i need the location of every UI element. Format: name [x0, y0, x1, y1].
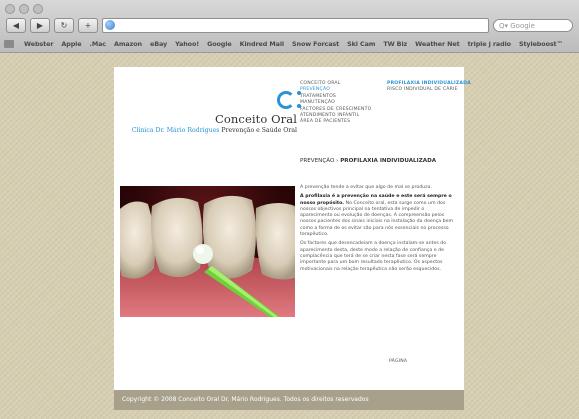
- article-paragraph: A prevenção tende a evitar que algo de m…: [300, 185, 432, 190]
- sub-menu: Profilaxia Individualizada Risco Individ…: [387, 81, 471, 94]
- bookmark-styleboost[interactable]: Styleboost™: [519, 40, 563, 48]
- bookmark-webster[interactable]: Webster: [24, 40, 53, 48]
- site-footer: Copyright © 2008 Conceito Oral Dr. Mário…: [114, 390, 464, 410]
- breadcrumb-parent[interactable]: Prevenção: [300, 158, 334, 164]
- bookmark-weather-net[interactable]: Weather Net: [415, 40, 460, 48]
- bookmark-yahoo[interactable]: Yahoo!: [175, 40, 199, 48]
- zoom-window-button[interactable]: [33, 4, 43, 14]
- bookmark-amazon[interactable]: Amazon: [114, 40, 142, 48]
- pagination-label[interactable]: Página: [389, 359, 407, 364]
- bookmark-ski-cam[interactable]: Ski Cam: [347, 40, 375, 48]
- article-text: No Conceito oral, esta surge como um dos…: [300, 200, 454, 238]
- submenu-item-risco-carie[interactable]: Risco Individual de Cárie: [387, 87, 471, 93]
- add-bookmark-button[interactable]: +: [78, 17, 98, 33]
- logo-c-icon: [277, 91, 295, 109]
- article-paragraph: A profilaxia é a prevenção na saúde e es…: [300, 194, 454, 238]
- bookmark-kindred-mail[interactable]: Kindred Mail: [240, 40, 285, 48]
- clinic-name: Clínica Dr. Mário Rodrigues: [131, 127, 220, 134]
- back-button[interactable]: ◀: [6, 17, 26, 33]
- article-paragraph: Os factores que desencadeiam a doença in…: [300, 241, 447, 272]
- menu-item-area-de-pacientes[interactable]: Área de Pacientes: [300, 119, 371, 125]
- globe-icon: [105, 19, 115, 30]
- address-bar[interactable]: [102, 17, 489, 33]
- bookmark-triple-j-radio[interactable]: triple j radio: [468, 40, 511, 48]
- browser-chrome: ◀ ▶ ↻ + Q▾ Google Webster Apple .Mac Ama…: [0, 0, 579, 53]
- window-controls: [5, 4, 43, 14]
- search-input[interactable]: Q▾ Google: [493, 18, 573, 32]
- clinic-tagline: Prevenção e Saúde Oral: [219, 127, 297, 134]
- breadcrumb: Prevenção › Profilaxia Individualizada: [300, 158, 436, 164]
- search-placeholder: Google: [510, 21, 535, 30]
- site-page: Conceito Oral Clínica Dr. Mário Rodrigue…: [114, 67, 471, 410]
- bookmarks-bar: Webster Apple .Mac Amazon eBay Yahoo! Go…: [0, 36, 579, 51]
- dental-photo: [120, 186, 295, 317]
- bookmark-google[interactable]: Google: [207, 40, 232, 48]
- browser-toolbar: ◀ ▶ ↻ + Q▾ Google: [6, 17, 573, 33]
- breadcrumb-current: Profilaxia Individualizada: [340, 158, 437, 164]
- bookmarks-icon[interactable]: [4, 39, 14, 48]
- search-icon: Q▾: [499, 21, 511, 30]
- main-menu: Conceito Oral Prevenção Tratamentos Manu…: [300, 81, 371, 126]
- bookmark-tw-biz[interactable]: TW Biz: [383, 40, 407, 48]
- bookmark-snow-forcast[interactable]: Snow Forcast: [292, 40, 339, 48]
- teeth-illustration: [120, 195, 295, 317]
- bookmark-mac[interactable]: .Mac: [90, 40, 107, 48]
- minimize-window-button[interactable]: [19, 4, 29, 14]
- logo-subtitle: Clínica Dr. Mário Rodrigues Prevenção e …: [120, 127, 297, 134]
- close-window-button[interactable]: [5, 4, 15, 14]
- article-content: A prevenção tende a evitar que algo de m…: [300, 185, 454, 276]
- reload-button[interactable]: ↻: [54, 17, 74, 33]
- logo-title: Conceito Oral: [214, 112, 297, 126]
- bookmark-ebay[interactable]: eBay: [150, 40, 167, 48]
- bookmark-apple[interactable]: Apple: [61, 40, 81, 48]
- forward-button[interactable]: ▶: [30, 17, 50, 33]
